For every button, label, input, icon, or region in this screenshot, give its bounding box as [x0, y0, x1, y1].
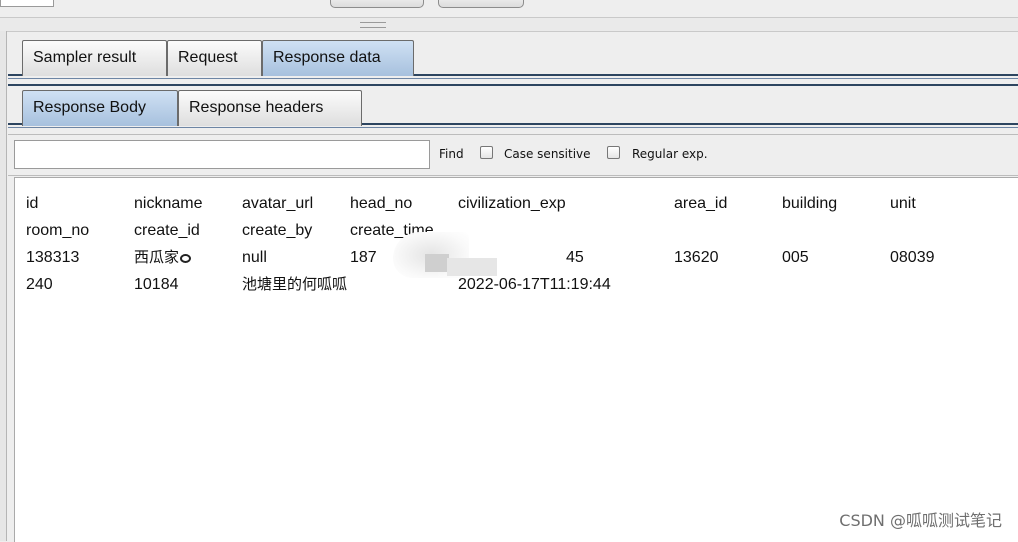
response-cell: head_no: [350, 195, 413, 212]
regular-exp-checkbox[interactable]: [607, 146, 620, 159]
subtab-baseline-lower: [8, 127, 1018, 128]
top-toolbar-strip: [0, 0, 1018, 18]
response-cell: nickname: [134, 195, 203, 212]
response-row: 138313 西瓜家 null 187 45 13620 005 08039: [15, 244, 1018, 271]
top-field[interactable]: [0, 0, 54, 7]
tab-request[interactable]: Request: [167, 40, 262, 76]
response-cell: null: [242, 249, 267, 266]
find-bar: Find Case sensitive Regular exp.: [8, 134, 1018, 176]
response-cell: unit: [890, 195, 916, 212]
response-cell: 187: [350, 249, 377, 266]
response-cell: 005: [782, 249, 809, 266]
response-cell: area_id: [674, 195, 728, 212]
find-label: Find: [439, 147, 464, 161]
response-cell: 240: [26, 276, 53, 293]
tab-response-body[interactable]: Response Body: [22, 90, 178, 126]
splitter-grip[interactable]: [360, 22, 386, 28]
response-cell: building: [782, 195, 838, 212]
find-input[interactable]: [14, 140, 430, 169]
redaction-blur: [425, 254, 449, 272]
tab-response-headers[interactable]: Response headers: [178, 90, 362, 126]
nickname-text: 西瓜家: [134, 248, 180, 266]
response-cell: 45: [566, 249, 584, 266]
emoji-icon: [180, 254, 192, 263]
response-cell: 138313: [26, 249, 80, 266]
redaction-blur: [447, 258, 497, 276]
response-cell: 08039: [890, 249, 935, 266]
response-cell: avatar_url: [242, 195, 314, 212]
response-row: 240 10184 池塘里的何呱呱 2022-06-17T11:19:44: [15, 271, 1018, 298]
response-cell: 西瓜家: [134, 244, 192, 271]
response-cell: create_id: [134, 222, 200, 239]
response-cell: 池塘里的何呱呱: [242, 275, 348, 293]
case-sensitive-checkbox[interactable]: [480, 146, 493, 159]
splitter-handle[interactable]: [0, 17, 1018, 32]
tab-sampler-result[interactable]: Sampler result: [22, 40, 167, 76]
top-button-1[interactable]: [330, 0, 424, 8]
result-tabbar: Sampler result Request Response data: [8, 38, 1018, 80]
response-subtabbar: Response Body Response headers: [8, 84, 1018, 130]
regular-exp-label: Regular exp.: [632, 147, 708, 161]
response-cell: id: [26, 195, 39, 212]
response-row: id nickname avatar_url head_no civilizat…: [15, 190, 1018, 217]
watermark: CSDN @呱呱测试笔记: [839, 511, 1002, 530]
tab-baseline-lower: [8, 78, 1018, 79]
top-button-2[interactable]: [438, 0, 524, 8]
left-gutter: [0, 31, 7, 541]
response-cell: civilization_exp: [458, 195, 566, 212]
response-cell: 10184: [134, 276, 179, 293]
response-cell: 13620: [674, 249, 719, 266]
case-sensitive-label: Case sensitive: [504, 147, 591, 161]
tab-response-data[interactable]: Response data: [262, 40, 414, 76]
response-cell: create_by: [242, 222, 313, 239]
response-body-text[interactable]: id nickname avatar_url head_no civilizat…: [14, 177, 1018, 542]
response-row: room_no create_id create_by create_time: [15, 217, 1018, 244]
response-cell: room_no: [26, 222, 90, 239]
